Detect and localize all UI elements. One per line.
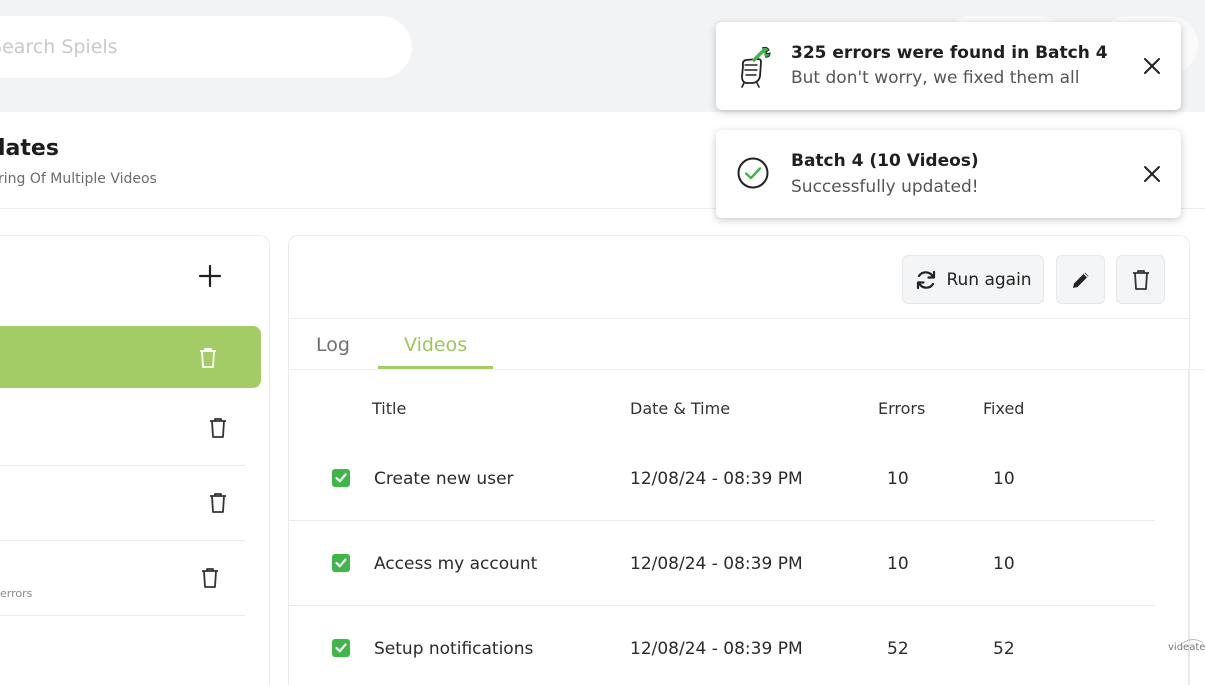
video-errors: 10 xyxy=(887,554,909,574)
tabs-divider xyxy=(289,369,1205,370)
row-divider xyxy=(289,520,1155,521)
video-title: Setup notifications xyxy=(374,639,534,659)
toast-batch-updated: Batch 4 (10 Videos) Successfully updated… xyxy=(716,130,1181,218)
search-box xyxy=(0,16,412,78)
toast-message: But don't worry, we fixed them all xyxy=(791,68,1080,88)
row-checkbox[interactable] xyxy=(332,469,350,487)
video-fixed: 52 xyxy=(993,639,1015,659)
edit-button[interactable] xyxy=(1056,255,1105,304)
refresh-icon xyxy=(917,270,936,289)
video-errors: 10 xyxy=(887,469,909,489)
toast-title: Batch 4 (10 Videos) xyxy=(791,151,979,171)
batch-item[interactable]: errors xyxy=(0,541,245,616)
checkmark-icon xyxy=(335,473,347,483)
row-divider xyxy=(289,605,1155,606)
checkmark-icon xyxy=(335,558,347,568)
toast-message: Successfully updated! xyxy=(791,177,979,197)
video-errors: 52 xyxy=(887,639,909,659)
video-datetime: 12/08/24 - 08:39 PM xyxy=(630,554,803,574)
pencil-icon xyxy=(1072,272,1088,288)
video-title: Access my account xyxy=(374,554,538,574)
column-header-errors: Errors xyxy=(878,399,926,418)
add-batch-button[interactable] xyxy=(192,258,228,294)
video-datetime: 12/08/24 - 08:39 PM xyxy=(630,639,803,659)
plus-icon xyxy=(198,264,222,288)
page-subtitle: ring Of Multiple Videos xyxy=(0,171,157,187)
video-title: Create new user xyxy=(374,469,514,489)
batch-item[interactable] xyxy=(0,466,245,541)
tab-videos[interactable]: Videos xyxy=(404,334,467,356)
toolbar-divider xyxy=(289,318,1189,319)
video-datetime: 12/08/24 - 08:39 PM xyxy=(630,469,803,489)
batch-item[interactable] xyxy=(0,391,245,466)
toast-errors-fixed: 325 errors were found in Batch 4 But don… xyxy=(716,22,1181,110)
column-header-fixed: Fixed xyxy=(983,399,1025,418)
toast-title: 325 errors were found in Batch 4 xyxy=(791,43,1108,63)
close-icon[interactable] xyxy=(1142,164,1162,184)
delete-batch-button[interactable] xyxy=(1116,255,1165,304)
video-fixed: 10 xyxy=(993,554,1015,574)
tab-log[interactable]: Log xyxy=(316,334,350,356)
column-header-datetime: Date & Time xyxy=(630,399,731,418)
run-again-label: Run again xyxy=(946,269,1032,290)
fist-wrench-icon xyxy=(741,46,771,88)
row-checkbox[interactable] xyxy=(332,554,350,572)
batch-errors-label: errors xyxy=(0,587,33,600)
batch-detail-panel xyxy=(288,235,1190,685)
trash-icon[interactable] xyxy=(208,492,228,514)
column-header-title: Title xyxy=(372,399,407,418)
search-input[interactable] xyxy=(0,16,390,78)
row-checkbox[interactable] xyxy=(332,639,350,657)
close-icon[interactable] xyxy=(1142,56,1162,76)
trash-icon[interactable] xyxy=(208,417,228,439)
watermark-text: videate xyxy=(1168,642,1205,653)
trash-icon xyxy=(1132,269,1149,290)
video-fixed: 10 xyxy=(993,469,1015,489)
page-title: lates xyxy=(0,136,59,161)
batch-item-active[interactable] xyxy=(0,326,261,388)
trash-icon[interactable] xyxy=(198,347,218,369)
check-circle-icon xyxy=(737,157,769,189)
trash-icon[interactable] xyxy=(200,567,220,589)
checkmark-icon xyxy=(335,643,347,653)
run-again-button[interactable]: Run again xyxy=(902,255,1044,304)
